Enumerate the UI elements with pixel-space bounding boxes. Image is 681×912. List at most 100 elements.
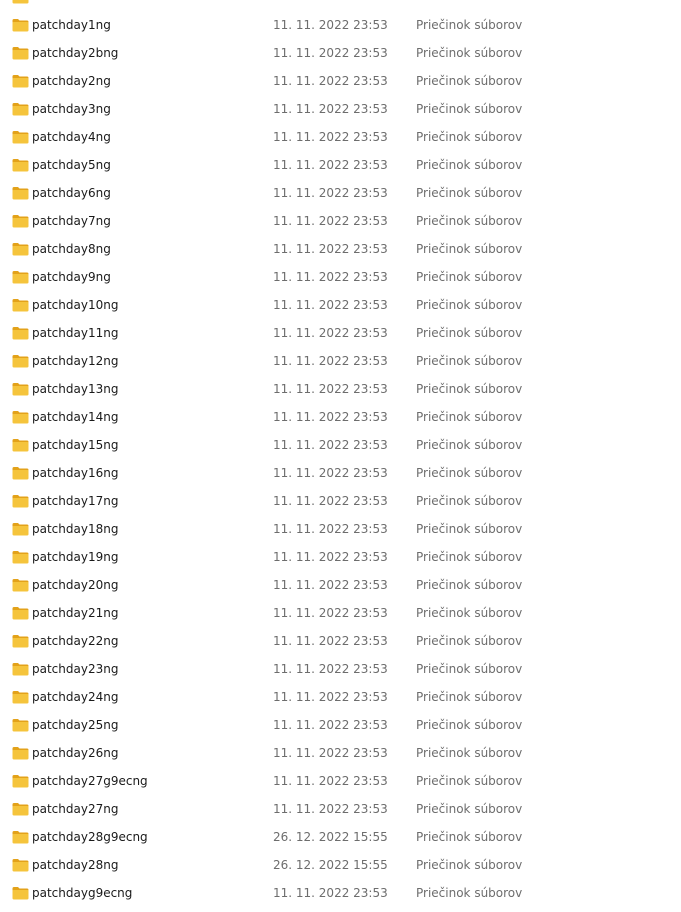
file-row[interactable]: patchday11ng 11. 11. 2022 23:53 Priečinok … xyxy=(0,319,681,347)
date-modified: 11. 11. 2022 23:53 xyxy=(273,382,388,396)
file-name[interactable]: patchday19ng xyxy=(32,549,118,565)
folder-icon xyxy=(12,578,29,592)
file-name[interactable]: patchday2ng xyxy=(32,73,111,89)
file-row[interactable]: patchday16ng 11. 11. 2022 23:53 Priečinok … xyxy=(0,459,681,487)
file-row[interactable]: patchday14ng 11. 11. 2022 23:53 Priečinok … xyxy=(0,403,681,431)
file-type: Priečinok súborov xyxy=(416,438,523,452)
file-type: Priečinok súborov xyxy=(416,130,523,144)
folder-icon xyxy=(12,410,29,424)
file-row[interactable]: patchday25ng 11. 11. 2022 23:53 Priečinok … xyxy=(0,711,681,739)
file-type: Priečinok súborov xyxy=(416,354,523,368)
file-name[interactable]: patchdayg9ecng xyxy=(32,885,132,901)
file-name[interactable]: patchday13ng xyxy=(32,381,118,397)
file-name[interactable]: patchday11ng xyxy=(32,325,118,341)
folder-icon xyxy=(12,718,29,732)
date-modified: 11. 11. 2022 23:53 xyxy=(273,550,388,564)
folder-icon xyxy=(12,886,29,900)
file-row[interactable]: patchday12ng 11. 11. 2022 23:53 Priečinok … xyxy=(0,347,681,375)
file-row[interactable]: patchday7ng 11. 11. 2022 23:53 Priečinok s… xyxy=(0,207,681,235)
file-name[interactable]: patchday17ng xyxy=(32,493,118,509)
date-modified: 11. 11. 2022 23:53 xyxy=(273,186,388,200)
file-row[interactable]: patchday21ng 11. 11. 2022 23:53 Priečinok … xyxy=(0,599,681,627)
file-name[interactable]: patchday7ng xyxy=(32,213,111,229)
date-modified: 11. 11. 2022 23:53 xyxy=(273,718,388,732)
file-row[interactable]: patchday8ng 11. 11. 2022 23:53 Priečinok s… xyxy=(0,235,681,263)
file-type: Priečinok súborov xyxy=(416,690,523,704)
file-row[interactable]: patchday5ng 11. 11. 2022 23:53 Priečinok s… xyxy=(0,151,681,179)
folder-icon xyxy=(12,130,29,144)
file-name[interactable]: patchday26ng xyxy=(32,745,118,761)
folder-icon xyxy=(12,242,29,256)
file-name[interactable]: patchday3ng xyxy=(32,101,111,117)
file-type: Priečinok súborov xyxy=(416,74,523,88)
file-row[interactable]: patchday26ng 11. 11. 2022 23:53 Priečinok … xyxy=(0,739,681,767)
file-name[interactable]: patchday4ng xyxy=(32,129,111,145)
folder-icon xyxy=(12,774,29,788)
file-type: Priečinok súborov xyxy=(416,186,523,200)
date-modified: 11. 11. 2022 23:53 xyxy=(273,102,388,116)
folder-icon xyxy=(12,0,29,4)
file-row[interactable]: patchday9ng 11. 11. 2022 23:53 Priečinok s… xyxy=(0,263,681,291)
file-row[interactable]: patchday1ng 11. 11. 2022 23:53 Priečinok s… xyxy=(0,11,681,39)
file-name[interactable]: patchday22ng xyxy=(32,633,118,649)
file-row-partial[interactable] xyxy=(0,0,681,11)
file-name[interactable]: patchday18ng xyxy=(32,521,118,537)
file-row[interactable]: patchday2bng 11. 11. 2022 23:53 Priečinok … xyxy=(0,39,681,67)
date-modified: 11. 11. 2022 23:53 xyxy=(273,158,388,172)
file-row[interactable]: patchday27g9ecng 11. 11. 2022 23:53 Prieči… xyxy=(0,767,681,795)
file-type: Priečinok súborov xyxy=(416,298,523,312)
file-row[interactable]: patchday19ng 11. 11. 2022 23:53 Priečinok … xyxy=(0,543,681,571)
file-name[interactable]: patchday16ng xyxy=(32,465,118,481)
file-name[interactable]: patchday15ng xyxy=(32,437,118,453)
file-row[interactable]: patchdayg9ecng 11. 11. 2022 23:53 Priečino… xyxy=(0,879,681,907)
folder-icon xyxy=(12,466,29,480)
file-name[interactable]: patchday2bng xyxy=(32,45,118,61)
file-type: Priečinok súborov xyxy=(416,46,523,60)
file-name[interactable]: patchday10ng xyxy=(32,297,118,313)
file-name[interactable]: patchday27ng xyxy=(32,801,118,817)
file-row[interactable]: patchday23ng 11. 11. 2022 23:53 Priečinok … xyxy=(0,655,681,683)
file-name[interactable]: patchday28g9ecng xyxy=(32,829,148,845)
file-row[interactable]: patchday17ng 11. 11. 2022 23:53 Priečinok … xyxy=(0,487,681,515)
file-row[interactable]: patchday18ng 11. 11. 2022 23:53 Priečinok … xyxy=(0,515,681,543)
file-row[interactable]: patchday20ng 11. 11. 2022 23:53 Priečinok … xyxy=(0,571,681,599)
file-row[interactable]: patchday28ng 26. 12. 2022 15:55 Priečinok … xyxy=(0,851,681,879)
file-type: Priečinok súborov xyxy=(416,214,523,228)
file-name[interactable]: patchday8ng xyxy=(32,241,111,257)
file-row[interactable]: patchday3ng 11. 11. 2022 23:53 Priečinok s… xyxy=(0,95,681,123)
folder-icon xyxy=(12,382,29,396)
file-row[interactable]: patchday27ng 11. 11. 2022 23:53 Priečinok … xyxy=(0,795,681,823)
file-row[interactable]: patchday24ng 11. 11. 2022 23:53 Priečinok … xyxy=(0,683,681,711)
date-modified: 11. 11. 2022 23:53 xyxy=(273,410,388,424)
file-row[interactable]: patchday10ng 11. 11. 2022 23:53 Priečinok … xyxy=(0,291,681,319)
folder-icon xyxy=(12,18,29,32)
file-type: Priečinok súborov xyxy=(416,662,523,676)
file-name[interactable]: patchday6ng xyxy=(32,185,111,201)
file-name[interactable]: patchday24ng xyxy=(32,689,118,705)
file-name[interactable]: patchday20ng xyxy=(32,577,118,593)
file-name[interactable]: patchday12ng xyxy=(32,353,118,369)
date-modified: 11. 11. 2022 23:53 xyxy=(273,354,388,368)
file-name[interactable]: patchday5ng xyxy=(32,157,111,173)
file-name[interactable]: patchday21ng xyxy=(32,605,118,621)
file-row[interactable]: patchday2ng 11. 11. 2022 23:53 Priečinok s… xyxy=(0,67,681,95)
file-name[interactable]: patchday28ng xyxy=(32,857,118,873)
date-modified: 11. 11. 2022 23:53 xyxy=(273,662,388,676)
file-name[interactable]: patchday14ng xyxy=(32,409,118,425)
file-row[interactable]: patchday4ng 11. 11. 2022 23:53 Priečinok s… xyxy=(0,123,681,151)
file-row[interactable]: patchday13ng 11. 11. 2022 23:53 Priečinok … xyxy=(0,375,681,403)
file-name[interactable]: patchday27g9ecng xyxy=(32,773,148,789)
file-name[interactable]: patchday9ng xyxy=(32,269,111,285)
file-type: Priečinok súborov xyxy=(416,466,523,480)
file-type: Priečinok súborov xyxy=(416,858,523,872)
file-row[interactable]: patchday15ng 11. 11. 2022 23:53 Priečinok … xyxy=(0,431,681,459)
file-row[interactable]: patchday22ng 11. 11. 2022 23:53 Priečinok … xyxy=(0,627,681,655)
file-name[interactable]: patchday1ng xyxy=(32,17,111,33)
file-name[interactable]: patchday23ng xyxy=(32,661,118,677)
date-modified: 11. 11. 2022 23:53 xyxy=(273,242,388,256)
file-type: Priečinok súborov xyxy=(416,578,523,592)
file-row[interactable]: patchday28g9ecng 26. 12. 2022 15:55 Prieči… xyxy=(0,823,681,851)
file-name[interactable]: patchday25ng xyxy=(32,717,118,733)
file-row[interactable]: patchday6ng 11. 11. 2022 23:53 Priečinok s… xyxy=(0,179,681,207)
folder-icon xyxy=(12,550,29,564)
